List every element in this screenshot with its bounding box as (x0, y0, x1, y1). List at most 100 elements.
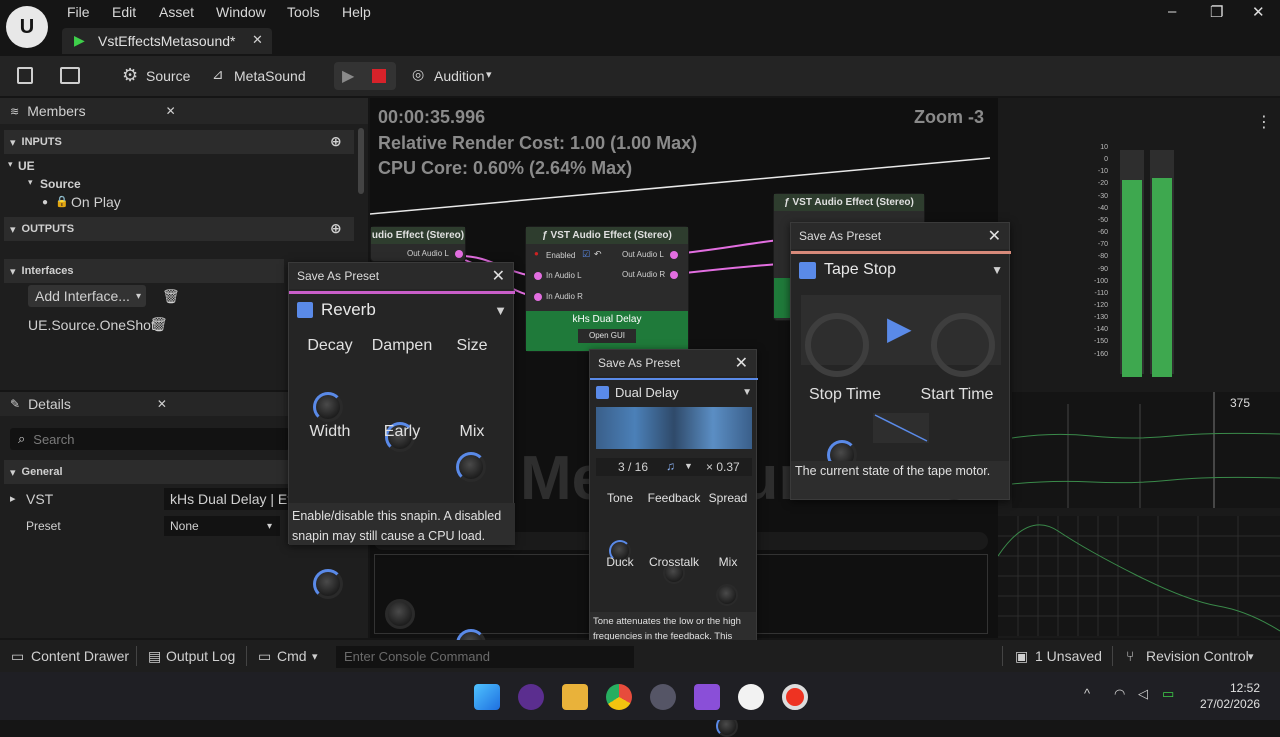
settings-icon[interactable] (650, 684, 676, 710)
pin-icon[interactable] (455, 250, 463, 258)
play-asset-icon: ▶ (74, 32, 85, 48)
ue-group[interactable]: UE (18, 159, 35, 173)
details-search[interactable]: ⌕ Search (10, 428, 290, 450)
reset-icon[interactable]: ↶ (594, 249, 602, 260)
play-icon[interactable]: ▶ (887, 309, 912, 347)
content-drawer-button[interactable]: Content Drawer (31, 648, 129, 664)
delay-time-value[interactable]: 3 / 16 (618, 460, 648, 474)
pin-icon[interactable] (670, 251, 678, 259)
width-knob[interactable] (313, 569, 343, 599)
chevron-down-icon[interactable]: ▼ (684, 461, 693, 471)
unreal-engine-icon[interactable] (738, 684, 764, 710)
document-tab[interactable]: ▶ VstEffectsMetasound* ✕ (62, 28, 272, 54)
file-explorer-icon[interactable] (562, 684, 588, 710)
save-icon[interactable] (17, 67, 33, 84)
console-input[interactable]: Enter Console Command (336, 646, 634, 668)
revision-control-button[interactable]: Revision Control (1146, 648, 1249, 664)
caret-right-icon[interactable]: ▸ (10, 492, 16, 505)
add-input-icon[interactable]: ⊕ (330, 133, 342, 150)
enabled-checkbox[interactable]: ☑ (582, 249, 590, 260)
app-icon[interactable] (518, 684, 544, 710)
interface-item[interactable]: UE.Source.OneShot (28, 317, 155, 333)
delay-waveform[interactable] (596, 407, 752, 449)
trash-icon[interactable]: 🗑 (162, 288, 180, 305)
delay-enable-checkbox[interactable] (596, 386, 609, 399)
trash-icon[interactable]: 🗑 (150, 316, 168, 333)
minimize-button[interactable]: – (1168, 3, 1176, 20)
members-scrollbar[interactable] (358, 128, 364, 194)
audition-dropdown[interactable]: Audition (434, 68, 485, 84)
add-output-icon[interactable]: ⊕ (330, 220, 342, 237)
menu-tools[interactable]: Tools (287, 4, 320, 20)
menu-window[interactable]: Window (216, 4, 266, 20)
battery-icon[interactable]: ▭ (1162, 686, 1174, 702)
more-options-icon[interactable]: ⋮ (1256, 112, 1272, 132)
visual-studio-icon[interactable] (694, 684, 720, 710)
wifi-icon[interactable]: ◠ (1114, 686, 1125, 702)
unreal-logo-icon[interactable]: U (6, 6, 48, 48)
reverb-enable-checkbox[interactable] (297, 302, 313, 318)
close-delay-popup-button[interactable]: ✕ (735, 353, 748, 373)
source-group[interactable]: Source (40, 177, 81, 191)
close-reverb-popup-button[interactable]: ✕ (492, 266, 505, 286)
pin-icon[interactable] (534, 293, 542, 301)
add-interface-dropdown[interactable]: Add Interface... ▾ (28, 285, 146, 307)
vst-value-field[interactable]: kHs Dual Delay | Eff (164, 488, 290, 510)
inputs-section[interactable]: ▾ INPUTS ⊕ (4, 130, 354, 154)
node-vst-mid[interactable]: ƒ VST Audio Effect (Stereo) ● Enabled ☑ … (525, 226, 689, 352)
outputs-section[interactable]: ▾ OUTPUTS ⊕ (4, 217, 354, 241)
start-time-label: Start Time (920, 386, 994, 403)
search-icon: ⌕ (18, 431, 26, 446)
tape-title-row: Tape Stop ▼ (799, 261, 1003, 279)
close-members-button[interactable]: ✕ (166, 104, 176, 118)
close-details-button[interactable]: ✕ (157, 397, 167, 411)
speaker-icon[interactable]: ◁ (1138, 686, 1148, 702)
menu-file[interactable]: File (67, 4, 90, 20)
menu-help[interactable]: Help (342, 4, 371, 20)
menu-asset[interactable]: Asset (159, 4, 194, 20)
chevron-down-icon[interactable]: ▼ (494, 303, 507, 318)
record-icon[interactable] (782, 684, 808, 710)
unsaved-button[interactable]: 1 Unsaved (1035, 648, 1102, 664)
maximize-button[interactable]: ❐ (1210, 3, 1223, 21)
open-gui-button[interactable]: Open GUI (578, 329, 636, 343)
chevron-down-icon[interactable]: ▼ (742, 387, 752, 398)
menu-edit[interactable]: Edit (112, 4, 136, 20)
general-section[interactable]: ▾ General (4, 460, 294, 484)
close-tab-button[interactable]: ✕ (252, 32, 263, 48)
clock-time[interactable]: 12:52 (1230, 681, 1260, 695)
music-note-icon[interactable]: ♫ (666, 459, 675, 473)
tape-popup-header: Save As Preset ✕ (791, 223, 1009, 249)
clock-date[interactable]: 27/02/2026 (1200, 697, 1260, 711)
node-left[interactable]: udio Effect (Stereo) Out Audio L (370, 226, 466, 262)
enabled-pin-icon[interactable]: ● (534, 249, 539, 258)
windows-start-icon[interactable] (474, 684, 500, 710)
preset-dropdown[interactable]: None ▾ (164, 516, 280, 536)
on-play-input[interactable]: On Play (71, 194, 121, 210)
browse-icon[interactable] (60, 67, 80, 84)
interfaces-section[interactable]: ▾ Interfaces (4, 259, 284, 283)
pin-icon[interactable] (534, 272, 542, 280)
chevron-up-icon[interactable]: ^ (1084, 686, 1090, 701)
play-button[interactable]: ▶ (342, 66, 354, 86)
pin-icon[interactable] (670, 271, 678, 279)
early-knob[interactable] (385, 599, 415, 629)
metasound-button[interactable]: MetaSound (234, 68, 306, 84)
tape-enable-checkbox[interactable] (799, 261, 816, 279)
decay-knob[interactable] (313, 392, 343, 422)
output-log-icon: ▤ (148, 648, 162, 664)
cmd-dropdown[interactable]: Cmd (277, 648, 307, 664)
chrome-icon[interactable] (606, 684, 632, 710)
size-knob[interactable] (456, 452, 486, 482)
vst-plugin-area: kHs Dual Delay Open GUI (526, 311, 688, 351)
close-window-button[interactable]: ✕ (1252, 3, 1265, 21)
stop-button[interactable] (372, 69, 386, 83)
chevron-down-icon[interactable]: ▼ (991, 263, 1003, 277)
source-button[interactable]: Source (146, 68, 190, 84)
gear-icon[interactable]: ⚙ (122, 65, 138, 86)
spread-knob[interactable] (716, 584, 738, 606)
delay-multiplier[interactable]: × 0.37 (706, 460, 740, 474)
close-tape-popup-button[interactable]: ✕ (988, 226, 1001, 246)
output-log-button[interactable]: Output Log (166, 648, 235, 664)
lock-icon: 🔒 (55, 196, 69, 208)
